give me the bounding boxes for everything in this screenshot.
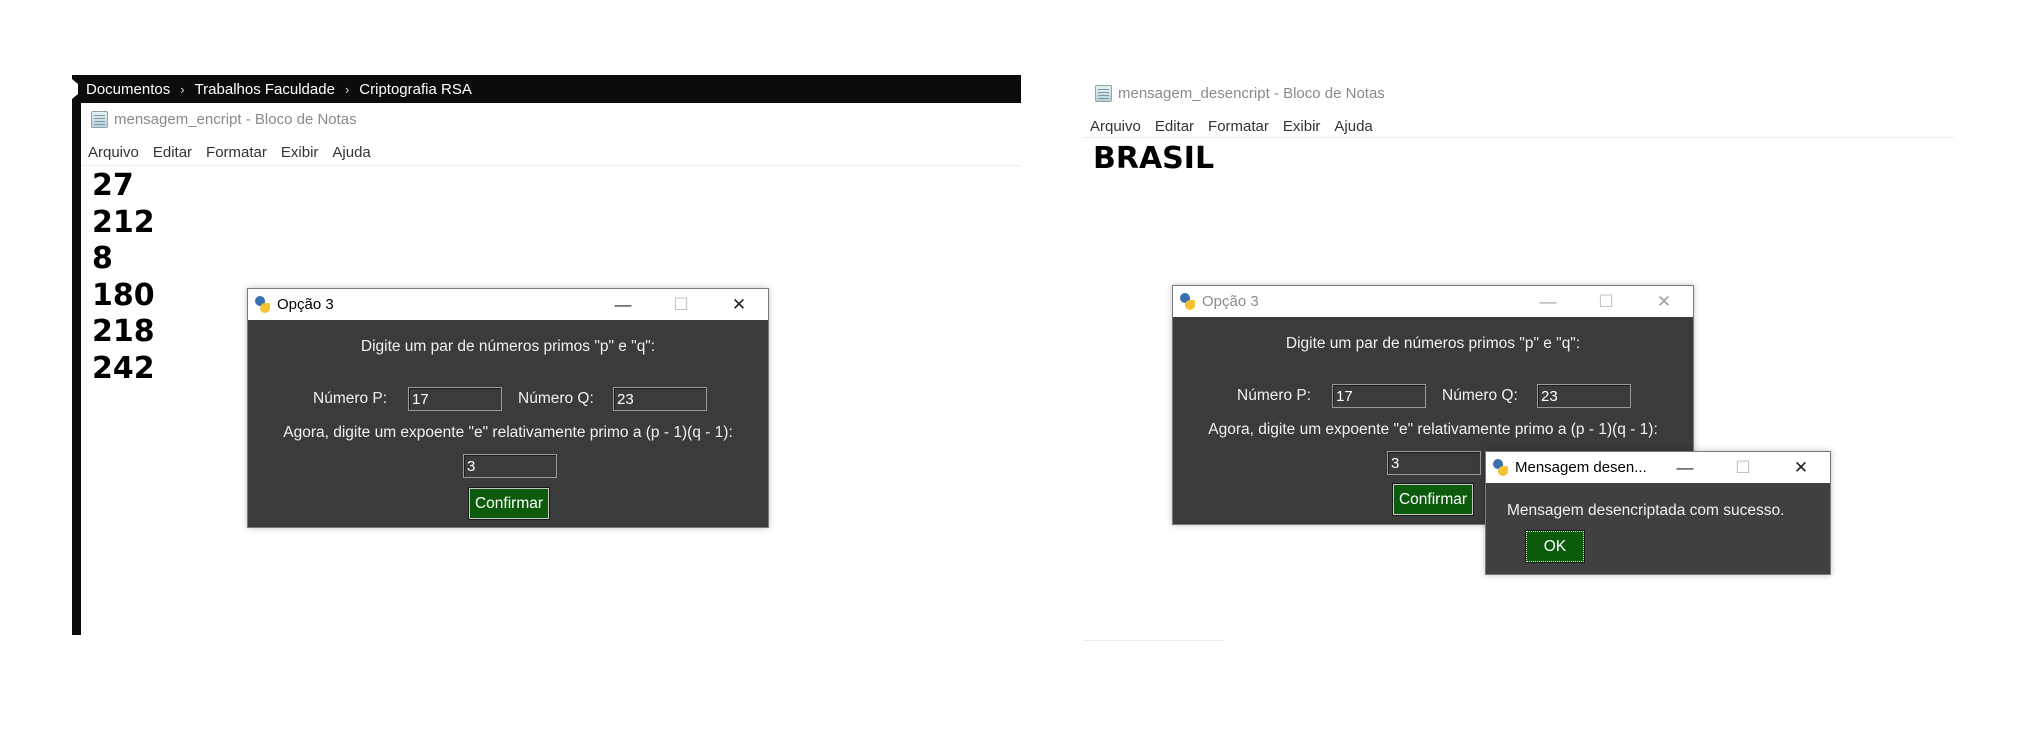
- minimize-icon[interactable]: —: [1519, 286, 1577, 317]
- text-line: BRASIL: [1093, 141, 1215, 176]
- maximize-icon: ☐: [673, 294, 689, 314]
- prompt-expoente-label: Agora, digite um expoente "e" relativame…: [283, 424, 733, 441]
- menu-exibir[interactable]: Exibir: [1283, 118, 1321, 135]
- label-numero-q: Número Q:: [1442, 387, 1518, 404]
- dialog-title: Opção 3: [1202, 293, 1259, 310]
- notepad-menubar: Arquivo Editar Formatar Exibir Ajuda: [88, 144, 385, 161]
- close-icon[interactable]: ✕: [710, 289, 768, 320]
- label-numero-p: Número P:: [1237, 387, 1312, 404]
- numero-p-input[interactable]: [1332, 384, 1426, 408]
- python-icon: [1179, 293, 1196, 310]
- python-icon: [1492, 459, 1509, 476]
- explorer-window-edge: [72, 103, 81, 635]
- text-line: 8: [92, 241, 113, 276]
- breadcrumb-item-criptografia[interactable]: Criptografia RSA: [359, 81, 472, 98]
- notepad-title: mensagem_desencript - Bloco de Notas: [1118, 85, 1385, 102]
- menu-editar[interactable]: Editar: [153, 144, 192, 161]
- notepad-text-area[interactable]: 27 212 8 180 218 242: [92, 168, 155, 387]
- text-line: 180: [92, 277, 155, 313]
- text-line: 27: [92, 168, 134, 203]
- notepad-text-area[interactable]: BRASIL: [1093, 141, 1214, 178]
- menu-divider: [81, 165, 1021, 166]
- menu-exibir[interactable]: Exibir: [281, 144, 319, 161]
- dialog-opcao-3-left: Opção 3 — ☐ ✕ Digite um par de números p…: [247, 288, 769, 528]
- minimize-icon[interactable]: —: [1656, 452, 1714, 483]
- dialog-title: Opção 3: [277, 296, 334, 313]
- confirmar-button[interactable]: Confirmar: [468, 487, 550, 520]
- menu-arquivo[interactable]: Arquivo: [88, 144, 139, 161]
- notepad-menubar: Arquivo Editar Formatar Exibir Ajuda: [1090, 118, 1387, 135]
- menu-editar[interactable]: Editar: [1155, 118, 1194, 135]
- minimize-icon[interactable]: —: [594, 289, 652, 320]
- numero-q-input[interactable]: [613, 387, 707, 411]
- menu-divider: [1084, 137, 1954, 138]
- menu-arquivo[interactable]: Arquivo: [1090, 118, 1141, 135]
- label-numero-q: Número Q:: [518, 390, 594, 407]
- chevron-right-icon: ›: [344, 81, 350, 97]
- notepad-titlebar: mensagem_encript - Bloco de Notas: [91, 111, 357, 128]
- close-icon[interactable]: ✕: [1635, 286, 1693, 317]
- numero-p-input[interactable]: [408, 387, 502, 411]
- close-icon[interactable]: ✕: [1772, 452, 1830, 483]
- dialog-titlebar[interactable]: Opção 3 — ☐ ✕: [248, 289, 768, 320]
- prompt-expoente-label: Agora, digite um expoente "e" relativame…: [1208, 421, 1658, 438]
- notepad-titlebar: mensagem_desencript - Bloco de Notas: [1095, 85, 1385, 102]
- label-numero-p: Número P:: [313, 390, 388, 407]
- chevron-right-icon: [72, 79, 78, 99]
- dialog-titlebar[interactable]: Opção 3 — ☐ ✕: [1173, 286, 1693, 317]
- window-edge: [1084, 640, 1224, 641]
- expoente-e-input[interactable]: [463, 454, 557, 478]
- message-box-title: Mensagem desen...: [1515, 459, 1647, 476]
- prompt-label: Digite um par de números primos "p" e "q…: [1285, 335, 1581, 352]
- maximize-icon: ☐: [1735, 457, 1751, 477]
- breadcrumb-item-documentos[interactable]: Documentos: [86, 81, 170, 98]
- message-box: Mensagem desen... — ☐ ✕ Mensagem desencr…: [1485, 451, 1831, 575]
- prompt-label: Digite um par de números primos "p" e "q…: [360, 338, 656, 355]
- notepad-title: mensagem_encript - Bloco de Notas: [114, 111, 357, 128]
- text-line: 242: [92, 350, 155, 386]
- menu-ajuda[interactable]: Ajuda: [1334, 118, 1372, 135]
- menu-ajuda[interactable]: Ajuda: [332, 144, 370, 161]
- python-icon: [254, 296, 271, 313]
- confirmar-button[interactable]: Confirmar: [1392, 483, 1474, 516]
- menu-formatar[interactable]: Formatar: [1208, 118, 1269, 135]
- text-line: 212: [92, 204, 155, 240]
- ok-button[interactable]: OK: [1525, 530, 1585, 563]
- message-box-titlebar[interactable]: Mensagem desen... — ☐ ✕: [1486, 452, 1830, 483]
- explorer-address-bar: Documentos › Trabalhos Faculdade › Cript…: [72, 75, 1021, 103]
- menu-formatar[interactable]: Formatar: [206, 144, 267, 161]
- notepad-icon: [1095, 85, 1112, 102]
- text-line: 218: [92, 314, 155, 349]
- message-text: Mensagem desencriptada com sucesso.: [1507, 502, 1785, 519]
- expoente-e-input[interactable]: [1387, 451, 1481, 475]
- maximize-icon: ☐: [1598, 291, 1614, 311]
- numero-q-input[interactable]: [1537, 384, 1631, 408]
- chevron-right-icon: ›: [180, 81, 185, 97]
- notepad-icon: [91, 111, 108, 128]
- breadcrumb-item-trabalhos[interactable]: Trabalhos Faculdade: [195, 81, 335, 98]
- breadcrumb: Documentos › Trabalhos Faculdade › Cript…: [86, 81, 472, 98]
